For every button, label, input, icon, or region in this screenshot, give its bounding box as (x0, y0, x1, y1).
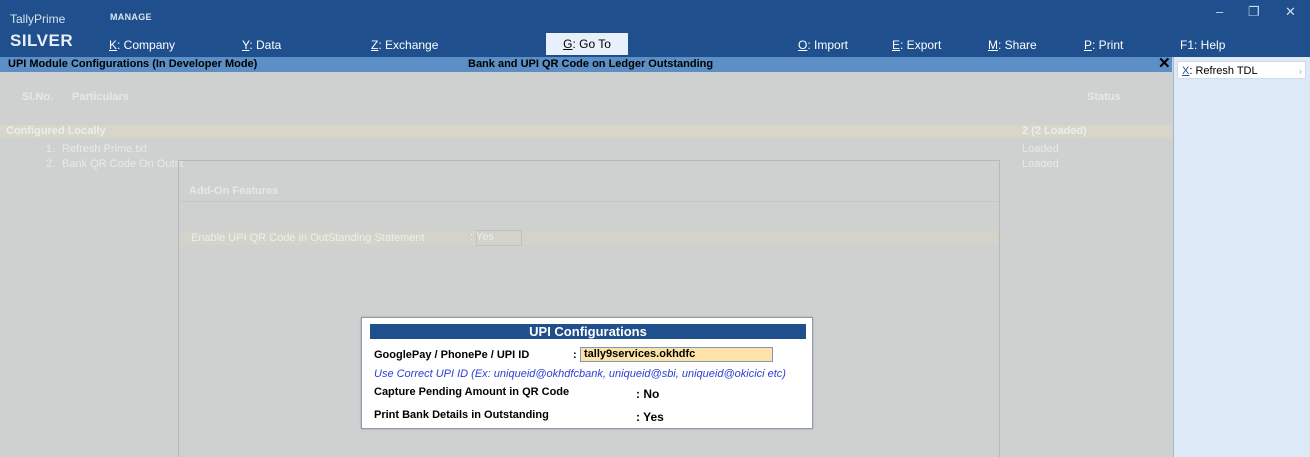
menu-print[interactable]: P: Print (1084, 36, 1123, 54)
col-header-slno: Sl.No. (22, 91, 54, 103)
section-row (0, 125, 1172, 138)
menu-exchange[interactable]: Z: Exchange (371, 36, 438, 54)
refresh-tdl-button[interactable]: X: Refresh TDL › (1177, 61, 1306, 79)
upi-id-colon: : (573, 349, 577, 361)
menu-export[interactable]: E: Export (892, 36, 941, 54)
print-bank-details-label: Print Bank Details in Outstanding (374, 409, 549, 421)
menu-help[interactable]: F1: Help (1180, 36, 1225, 54)
section-count: 2 (2 Loaded) (1022, 125, 1087, 137)
menu-share[interactable]: M: Share (988, 36, 1037, 54)
app-brand: TallyPrime (10, 12, 66, 26)
col-header-particulars: Particulars (72, 91, 129, 103)
minimize-icon[interactable]: – (1216, 4, 1223, 19)
screen-title-bar: UPI Module Configurations (In Developer … (0, 57, 1172, 72)
right-button-panel: X: Refresh TDL › (1173, 57, 1310, 457)
row-name[interactable]: Bank QR Code On Outst (62, 158, 183, 170)
screen-title: UPI Module Configurations (In Developer … (8, 58, 258, 70)
enable-upi-qr-value: : Yes (470, 231, 494, 243)
upi-configurations-dialog: UPI Configurations GooglePay / PhonePe /… (361, 317, 813, 429)
col-header-status: Status (1087, 91, 1121, 103)
menu-data[interactable]: Y: Data (242, 36, 281, 54)
print-bank-details-value[interactable]: : Yes (636, 410, 664, 424)
enable-upi-qr-label: Enable UPI QR Code in OutStanding Statem… (191, 232, 425, 244)
row-status: Loaded (1022, 158, 1059, 170)
upi-id-label: GooglePay / PhonePe / UPI ID (374, 349, 530, 361)
row-name[interactable]: Refresh Prime.txt (62, 143, 147, 155)
divider (180, 201, 998, 202)
restore-icon[interactable]: ❐ (1248, 4, 1260, 20)
upi-id-hint: Use Correct UPI ID (Ex: uniqueid@okhdfcb… (374, 368, 786, 380)
chevron-right-icon: › (1299, 66, 1302, 76)
menu-import[interactable]: O: Import (798, 36, 848, 54)
addon-features-title: Add-On Features (189, 185, 279, 197)
row-status: Loaded (1022, 143, 1059, 155)
upi-id-input[interactable]: tally9services.okhdfc (580, 347, 773, 362)
app-edition: SILVER (10, 31, 74, 50)
manage-label: MANAGE (110, 12, 152, 22)
menu-company[interactable]: K: Company (109, 36, 175, 54)
capture-pending-value[interactable]: : No (636, 387, 659, 401)
screen-subtitle: Bank and UPI QR Code on Ledger Outstandi… (468, 58, 714, 70)
row-number: 1. (46, 143, 56, 155)
dialog-title: UPI Configurations (370, 324, 806, 339)
close-screen-icon[interactable]: ✕ (1158, 56, 1171, 71)
top-menu-bar: TallyPrime SILVER MANAGE K: Company Y: D… (0, 0, 1310, 57)
capture-pending-label: Capture Pending Amount in QR Code (374, 386, 570, 398)
menu-goto[interactable]: G: Go To (546, 33, 628, 55)
section-label: Configured Locally (6, 125, 106, 137)
close-window-icon[interactable]: ✕ (1285, 4, 1296, 20)
row-number: 2. (46, 158, 56, 170)
